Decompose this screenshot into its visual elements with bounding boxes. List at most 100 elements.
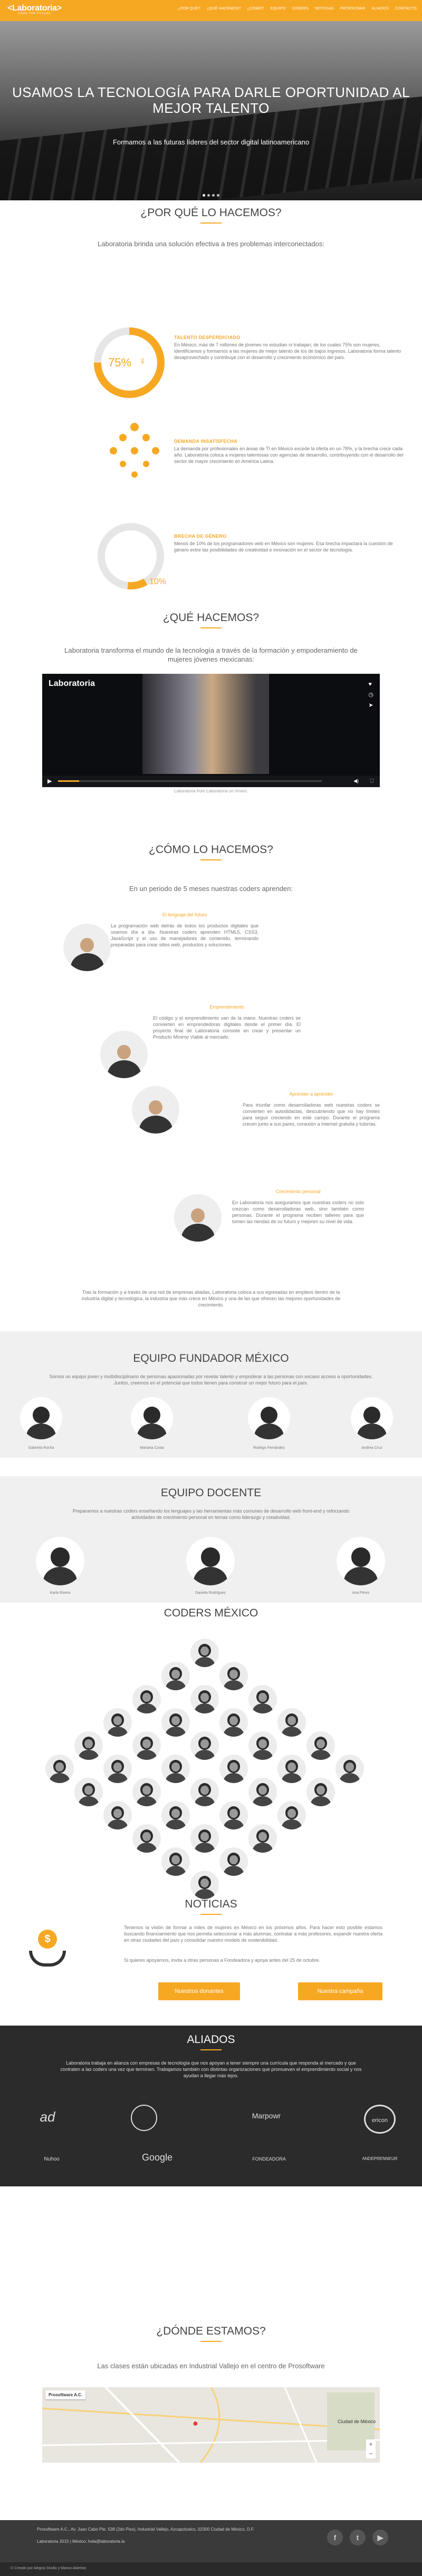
ally-logo-fondeadora[interactable]: FONDEADORA — [240, 2156, 298, 2162]
volume-icon[interactable]: ◀) — [353, 778, 359, 784]
carousel-dot-4[interactable] — [217, 194, 219, 197]
coder-photo — [277, 1801, 306, 1829]
footer-bottom-bar: © Creado por Alegría Studio y Manos Abie… — [0, 2562, 422, 2576]
coder-photo — [132, 1731, 161, 1760]
nav-item-equipo[interactable]: EQUIPO — [270, 7, 285, 11]
news-title: NOTICIAS — [185, 1898, 237, 1910]
video-progress-bar[interactable] — [58, 780, 322, 782]
ally-logo-badge[interactable] — [131, 2105, 157, 2131]
nav-item-patrocinar[interactable]: PATROCINAR — [340, 7, 366, 11]
nav-item-coders[interactable]: CODERS — [292, 7, 309, 11]
video-caption[interactable]: Laboratoria from Laboratoria on Vimeo. — [0, 789, 422, 793]
why-item-heading: DEMANDA INSATISFECHA — [174, 439, 237, 444]
map-zoom-controls[interactable]: + − — [366, 2439, 376, 2458]
ally-logo-andeprenneur[interactable]: ANDEPRENNEUR — [353, 2156, 406, 2161]
ally-logo-marpowr[interactable]: Marpowr — [240, 2112, 293, 2120]
nav-item-como[interactable]: ¿CÓMO? — [247, 7, 264, 11]
ally-logo-nuhoo[interactable]: Nuhoo — [31, 2156, 73, 2162]
dollar-coin-icon: $ — [38, 1930, 57, 1949]
hero-banner: USAMOS LA TECNOLOGÍA PARA DARLE OPORTUNI… — [0, 21, 422, 200]
facebook-icon[interactable]: f — [327, 2530, 343, 2545]
main-nav: ¿POR QUÉ? ¿QUÉ HACEMOS? ¿CÓMO? EQUIPO CO… — [178, 7, 417, 11]
ally-logo-google[interactable]: Google — [131, 2152, 184, 2163]
ally-logo-ad[interactable]: ad — [26, 2109, 69, 2125]
twitter-icon[interactable]: t — [350, 2530, 366, 2545]
map-place-card[interactable]: Prosoftware A.C. — [45, 2390, 86, 2399]
carousel-dots — [0, 190, 422, 199]
coder-photo — [161, 1662, 190, 1690]
carousel-dot-2[interactable] — [207, 194, 210, 197]
news-paragraph-1: Tenemos la visión de formar a miles de m… — [124, 1925, 382, 1943]
why-item-heading: BRECHA DE GÉNERO — [174, 534, 227, 539]
teacher-name-3: Ana Pérez — [352, 1591, 370, 1595]
teacher-name-2: Daniela Rodríguez — [195, 1591, 226, 1595]
teachers-header: EQUIPO DOCENTE — [0, 1487, 422, 1499]
founder-name-2: Mariana Costa — [140, 1446, 164, 1450]
founders-title: EQUIPO FUNDADOR MÉXICO — [133, 1352, 289, 1364]
donation-hands-icon: $ — [29, 1930, 66, 1972]
laboratoria-logo[interactable]: <Laboratoria> CODE THE FUTURE — [7, 4, 62, 15]
how-step-heading: El lenguaje del futuro — [162, 912, 207, 917]
clock-icon[interactable]: ◷ — [368, 690, 373, 700]
carousel-dot-3[interactable] — [212, 194, 215, 197]
share-icon[interactable]: ➤ — [368, 700, 373, 711]
teacher-photo-3 — [337, 1537, 385, 1585]
founder-photo-3 — [248, 1397, 290, 1439]
teacher-photo-2 — [186, 1537, 235, 1585]
coder-photo — [190, 1639, 219, 1667]
talent-stat: 75% — [108, 356, 132, 369]
nav-item-contacto[interactable]: CONTACTO — [395, 7, 417, 11]
map-place-name: Prosoftware A.C. — [49, 2393, 83, 2397]
how-photo-growth — [174, 1194, 222, 1242]
coder-photo — [103, 1801, 132, 1829]
map-pin-icon[interactable]: ● — [193, 2418, 198, 2429]
footer-credit: © Creado por Alegría Studio y Manos Abie… — [11, 2567, 87, 2570]
hero-title: USAMOS LA TECNOLOGÍA PARA DARLE OPORTUNI… — [12, 84, 410, 116]
how-step-text: La programación web detrás de todos los … — [111, 923, 258, 947]
nav-item-que-hacemos[interactable]: ¿QUÉ HACEMOS? — [207, 7, 241, 11]
coder-photo — [74, 1731, 103, 1760]
coder-photo — [161, 1708, 190, 1737]
where-lead: Las clases están ubicadas en Industrial … — [97, 2362, 325, 2370]
how-lead: En un periodo de 5 meses nuestras coders… — [129, 885, 293, 893]
donors-button[interactable]: Nuestros donantes — [158, 1982, 240, 2000]
ally-logo-ericon[interactable]: ericon — [364, 2105, 396, 2134]
coder-photo — [248, 1824, 277, 1853]
how-step-language: El lenguaje del futuro La programación w… — [111, 912, 258, 948]
allies-section: ALIADOS Laboratoria trabaja en alianza c… — [0, 2026, 422, 2186]
founder-photo-4 — [351, 1397, 393, 1439]
founder-photo-1 — [20, 1397, 62, 1439]
coder-photo — [277, 1708, 306, 1737]
nav-item-noticias[interactable]: NOTICIAS — [315, 7, 333, 11]
why-title: ¿POR QUÉ LO HACEMOS? — [140, 207, 282, 219]
why-item-text: La demanda por profesionales en áreas de… — [174, 446, 404, 464]
nav-item-aliados[interactable]: ALIADOS — [372, 7, 389, 11]
teachers-title: EQUIPO DOCENTE — [160, 1487, 262, 1499]
coder-photo — [219, 1847, 248, 1876]
coder-photo — [190, 1685, 219, 1713]
woman-icon: ♀ — [138, 354, 147, 367]
heart-icon[interactable]: ♥ — [368, 679, 373, 690]
footer: Prosoftware A.C., Av. Juan Cabo Pte. 538… — [0, 2520, 422, 2576]
play-icon[interactable]: ▶ — [47, 778, 52, 785]
campaign-button[interactable]: Nuestra campaña — [298, 1982, 382, 2000]
coder-photo — [103, 1755, 132, 1783]
coder-photo — [306, 1778, 335, 1806]
founder-name-3: Rodrigo Fernández — [253, 1446, 285, 1450]
what-lead: Laboratoria transforma el mundo de la te… — [64, 646, 358, 663]
what-section-header: ¿QUÉ HACEMOS? — [0, 612, 422, 628]
page: <Laboratoria> CODE THE FUTURE ¿POR QUÉ? … — [0, 0, 422, 2576]
youtube-icon[interactable]: ▶ — [372, 2530, 388, 2545]
coder-photo — [219, 1708, 248, 1737]
location-map[interactable]: Prosoftware A.C. ● Ciudad de México + − — [42, 2387, 380, 2463]
fullscreen-icon[interactable]: ⛶ — [370, 778, 373, 784]
coder-photo — [161, 1755, 190, 1783]
footer-contact[interactable]: Laboratoria 2015 | México: hola@laborato… — [37, 2539, 269, 2544]
how-step-heading: Emprendimiento — [209, 1004, 244, 1010]
teachers-lead: Preparamos a nuestras coders enseñando l… — [72, 1508, 350, 1520]
video-player[interactable]: Laboratoria ♥ ◷ ➤ ▶ ◀) ⛶ — [42, 674, 380, 787]
coders-header: CODERS MÉXICO — [0, 1607, 422, 1620]
news-paragraph-2: Si quieres apoyarnos, invita a otras per… — [124, 1958, 320, 1963]
nav-item-por-que[interactable]: ¿POR QUÉ? — [178, 7, 200, 11]
carousel-dot-1[interactable] — [203, 194, 205, 197]
